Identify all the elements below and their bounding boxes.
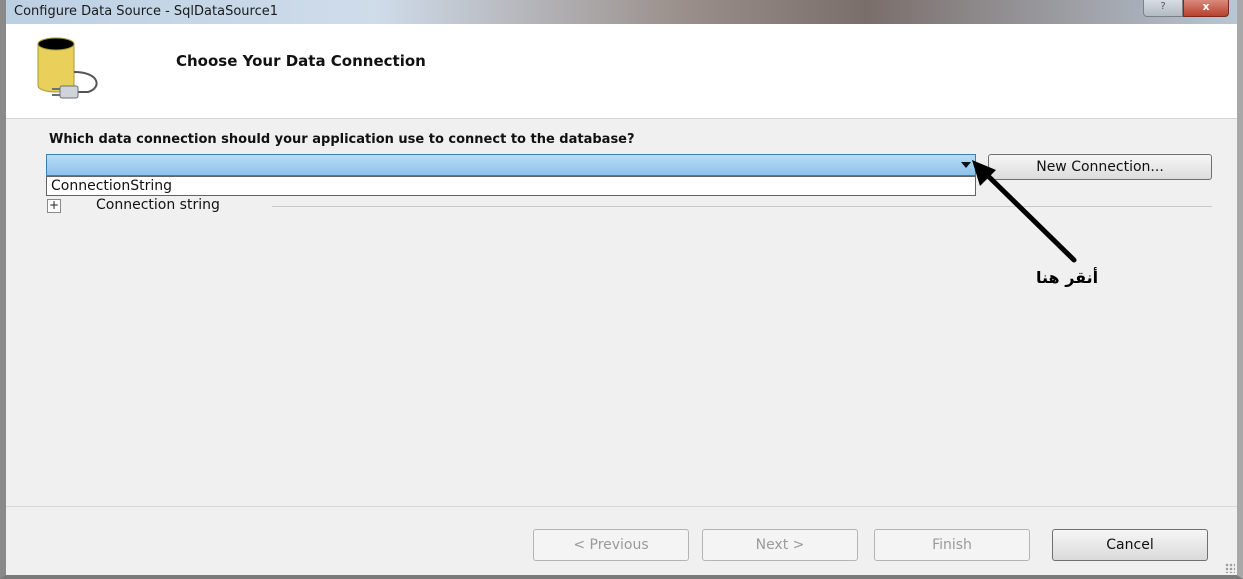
previous-button[interactable]: < Previous [533,529,689,561]
database-plug-icon [37,37,98,99]
footer-divider [6,506,1237,507]
finish-button[interactable]: Finish [874,529,1030,561]
dropdown-item-connectionstring[interactable]: ConnectionString [51,178,172,194]
connection-string-label: Connection string [96,197,220,213]
help-button[interactable]: ? [1143,0,1183,17]
resize-grip-icon[interactable] [1225,563,1235,573]
window-title: Configure Data Source - SqlDataSource1 [14,4,278,19]
next-button[interactable]: Next > [702,529,858,561]
title-bar[interactable]: Configure Data Source - SqlDataSource1 ?… [6,0,1237,24]
annotation-arrow-icon [972,160,1077,263]
expand-connection-string-button[interactable]: + [47,199,61,213]
title-bar-buttons: ? x [1143,0,1229,17]
annotation-click-here: أنقر هنا [1036,268,1099,287]
connection-question-label: Which data connection should your applic… [49,132,635,147]
page-title: Choose Your Data Connection [176,52,426,70]
data-connection-combobox[interactable] [46,154,976,176]
wizard-header: Choose Your Data Connection [6,24,1237,119]
cancel-button[interactable]: Cancel [1052,529,1208,561]
connection-dropdown-list: ConnectionString [46,176,976,196]
close-button[interactable]: x [1183,0,1229,17]
configure-data-source-window: Configure Data Source - SqlDataSource1 ?… [0,0,1243,579]
